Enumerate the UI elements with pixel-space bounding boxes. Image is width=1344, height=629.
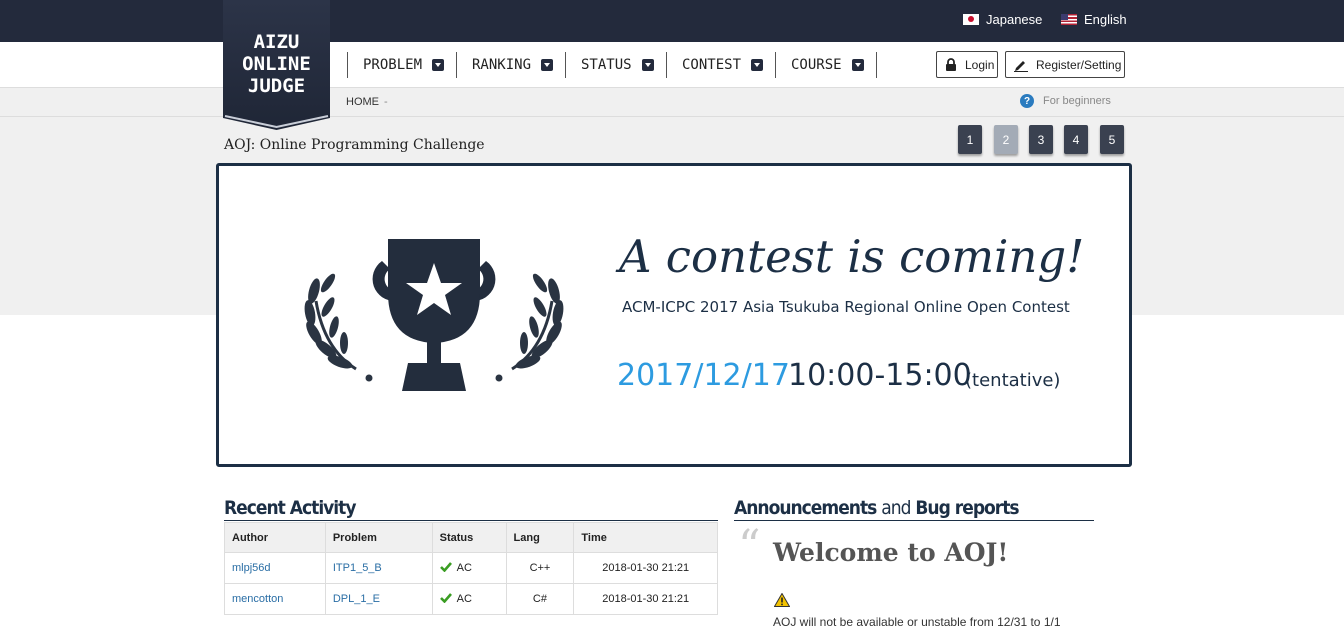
- announcements-rule: [734, 520, 1094, 521]
- recent-activity-table: Author Problem Status Lang Time mlpj56d …: [224, 522, 718, 615]
- register-setting-label: Register/Setting: [1036, 57, 1122, 72]
- nav-divider: [876, 52, 877, 78]
- time-cell: 2018-01-30 21:21: [573, 583, 718, 615]
- nav-problem-label: PROBLEM: [363, 57, 423, 73]
- slide-page-2[interactable]: 2: [994, 125, 1018, 154]
- banner-headline: A contest is coming!: [619, 230, 1085, 283]
- logo-line-1: AIZU: [254, 31, 300, 53]
- announcement-text: AOJ will not be available or unstable fr…: [773, 615, 1061, 629]
- logo-line-2: ONLINE: [242, 53, 311, 75]
- column-header-lang: Lang: [505, 522, 575, 553]
- logo-line-3: JUDGE: [248, 75, 305, 97]
- status-cell[interactable]: AC: [431, 583, 507, 615]
- us-flag-icon: [1061, 14, 1077, 25]
- slide-page-3[interactable]: 3: [1029, 125, 1053, 154]
- slide-page-1[interactable]: 1: [958, 125, 982, 154]
- table-row: mlpj56d ITP1_5_B AC C++ 2018-01-30 21:21: [224, 552, 718, 584]
- table-header-row: Author Problem Status Lang Time: [224, 522, 718, 553]
- status-text: AC: [456, 562, 472, 574]
- chevron-down-icon: [851, 59, 864, 71]
- author-cell: mencotton: [224, 583, 326, 615]
- column-header-author: Author: [224, 522, 326, 553]
- nav-status[interactable]: STATUS: [565, 52, 654, 78]
- login-button[interactable]: Login: [936, 51, 998, 78]
- language-japanese[interactable]: Japanese: [963, 12, 1042, 27]
- aizu-online-judge-logo[interactable]: AIZU ONLINE JUDGE: [223, 0, 330, 130]
- language-japanese-label: Japanese: [986, 12, 1043, 27]
- time-cell: 2018-01-30 21:21: [573, 552, 718, 584]
- contest-banner[interactable]: A contest is coming! ACM-ICPC 2017 Asia …: [216, 163, 1132, 467]
- breadcrumb: HOME -: [346, 96, 388, 108]
- nav-contest[interactable]: CONTEST: [666, 52, 764, 78]
- recent-activity-heading: Recent Activity: [224, 497, 356, 519]
- announcements-heading-part2: and: [881, 497, 911, 519]
- author-link[interactable]: mlpj56d: [232, 562, 271, 574]
- announcements-heading-part3: Bug reports: [915, 497, 1019, 519]
- nav-ranking-label: RANKING: [472, 57, 532, 73]
- question-icon: ?: [1020, 94, 1034, 108]
- pencil-icon: [1014, 60, 1028, 72]
- column-header-problem: Problem: [324, 522, 433, 553]
- checkmark-icon: [439, 593, 452, 603]
- japan-flag-icon: [963, 14, 979, 25]
- register-setting-button[interactable]: Register/Setting: [1005, 51, 1125, 78]
- recent-activity-rule: [224, 520, 718, 521]
- problem-cell: ITP1_5_B: [324, 552, 433, 584]
- banner-date: 2017/12/17: [617, 358, 790, 393]
- slide-page-5[interactable]: 5: [1100, 125, 1124, 154]
- for-beginners-link[interactable]: ? For beginners: [1020, 94, 1111, 108]
- nav-contest-label: CONTEST: [682, 57, 742, 73]
- chevron-down-icon: [432, 59, 445, 71]
- nav-status-label: STATUS: [581, 57, 632, 73]
- breadcrumb-separator: -: [384, 96, 388, 108]
- lock-icon: [946, 58, 956, 71]
- problem-link[interactable]: ITP1_5_B: [333, 562, 382, 574]
- breadcrumb-divider: [0, 116, 1344, 117]
- author-link[interactable]: mencotton: [232, 593, 283, 605]
- chevron-down-icon: [641, 59, 654, 71]
- author-cell: mlpj56d: [224, 552, 326, 584]
- status-text: AC: [456, 593, 472, 605]
- problem-cell: DPL_1_E: [324, 583, 433, 615]
- banner-subtitle: ACM-ICPC 2017 Asia Tsukuba Regional Onli…: [622, 298, 1070, 316]
- problem-link[interactable]: DPL_1_E: [333, 593, 380, 605]
- column-header-time: Time: [573, 522, 718, 553]
- announcement-title: Welcome to AOJ!: [773, 538, 1009, 567]
- trophy-icon: [304, 239, 564, 391]
- language-english[interactable]: English: [1061, 12, 1127, 27]
- nav-course[interactable]: COURSE: [775, 52, 864, 78]
- banner-time: 10:00-15:00: [788, 358, 972, 393]
- nav-ranking[interactable]: RANKING: [456, 52, 554, 78]
- quote-mark-icon: “: [738, 521, 761, 572]
- breadcrumb-home[interactable]: HOME: [346, 96, 379, 108]
- login-label: Login: [965, 57, 995, 72]
- banner-note: (tentative): [965, 370, 1061, 391]
- announcements-heading-part1: Announcements: [734, 497, 877, 519]
- language-english-label: English: [1084, 12, 1127, 27]
- lang-cell: C++: [505, 552, 575, 584]
- page-title: AOJ: Online Programming Challenge: [224, 137, 485, 153]
- warning-icon: [774, 593, 790, 607]
- column-header-status: Status: [431, 522, 507, 553]
- top-bar: [0, 0, 1344, 42]
- status-cell[interactable]: AC: [431, 552, 507, 584]
- table-row: mencotton DPL_1_E AC C# 2018-01-30 21:21: [224, 583, 718, 615]
- announcements-heading: Announcements and Bug reports: [734, 497, 1020, 519]
- checkmark-icon: [439, 562, 452, 572]
- lang-cell: C#: [505, 583, 575, 615]
- for-beginners-label: For beginners: [1043, 95, 1111, 107]
- nav-problem[interactable]: PROBLEM: [347, 52, 445, 78]
- nav-course-label: COURSE: [791, 57, 842, 73]
- chevron-down-icon: [751, 59, 764, 71]
- chevron-down-icon: [541, 59, 554, 71]
- slide-page-4[interactable]: 4: [1064, 125, 1088, 154]
